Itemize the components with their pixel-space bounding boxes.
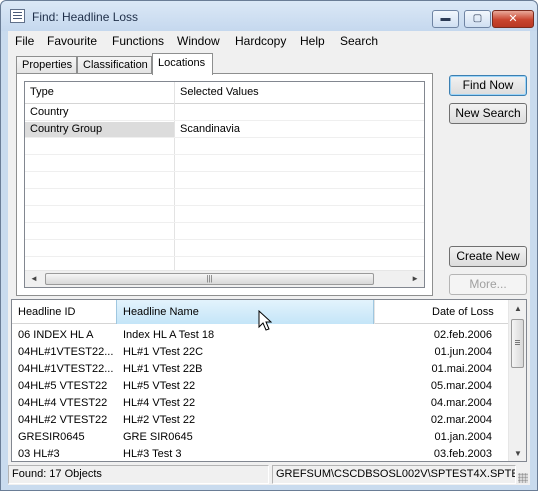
column-header-selected-values[interactable]: Selected Values (180, 86, 259, 98)
mouse-pointer-icon (258, 310, 272, 331)
headline-name-cell: GRE SIR0645 (123, 431, 193, 443)
criteria-empty-row (25, 206, 424, 223)
new-search-button[interactable]: New Search (449, 103, 527, 124)
table-row[interactable]: GRESIR0645 GRE SIR0645 01.jan.2004 (12, 429, 526, 446)
date-of-loss-cell: 01.mai.2004 (431, 363, 492, 375)
minimize-button[interactable]: ▬ (432, 10, 459, 28)
criteria-grid: Type Selected Values Country Country Gro… (24, 81, 425, 288)
column-header-headline-name[interactable]: Headline Name (123, 306, 199, 318)
headline-name-cell: HL#4 VTest 22 (123, 397, 196, 409)
vertical-scroll-thumb[interactable] (511, 319, 524, 368)
criteria-empty-row (25, 138, 424, 155)
date-of-loss-cell: 01.jun.2004 (434, 346, 493, 358)
find-now-button[interactable]: Find Now (449, 75, 527, 96)
criteria-row[interactable]: Country (25, 104, 424, 121)
headline-id-cell: 04HL#1VTEST22... (18, 363, 114, 375)
column-divider (374, 300, 375, 324)
headline-id-cell: 03 HL#3 (18, 448, 60, 460)
menu-file[interactable]: File (14, 33, 35, 49)
window-client: File Favourite Functions Window Hardcopy… (8, 31, 530, 485)
menu-hardcopy[interactable]: Hardcopy (234, 33, 287, 49)
table-row[interactable]: 04HL#2 VTEST22 HL#2 VTest 22 02.mar.2004 (12, 412, 526, 429)
tab-classification[interactable]: Classification (77, 56, 152, 74)
table-row[interactable]: 04HL#4 VTEST22 HL#4 VTest 22 04.mar.2004 (12, 395, 526, 412)
table-row[interactable]: 04HL#5 VTEST22 HL#5 VTest 22 05.mar.2004 (12, 378, 526, 395)
locations-panel: Type Selected Values Country Country Gro… (16, 73, 433, 296)
headline-id-cell: 04HL#1VTEST22... (18, 346, 114, 358)
scroll-right-icon[interactable]: ► (411, 274, 419, 283)
criteria-type-cell: Country Group (25, 122, 174, 137)
criteria-value-cell: Scandinavia (180, 123, 240, 135)
column-header-type[interactable]: Type (30, 86, 54, 98)
date-of-loss-cell: 02.mar.2004 (430, 414, 492, 426)
scroll-up-icon[interactable]: ▲ (514, 304, 522, 313)
tab-properties[interactable]: Properties (16, 56, 77, 74)
scroll-left-icon[interactable]: ◄ (30, 274, 38, 283)
title-bar[interactable]: Find: Headline Loss ▬ ▢ ✕ (1, 1, 537, 31)
scroll-down-icon[interactable]: ▼ (514, 449, 522, 458)
menu-help[interactable]: Help (299, 33, 326, 49)
criteria-empty-row (25, 189, 424, 206)
menu-functions[interactable]: Functions (111, 33, 165, 49)
headline-name-cell: Index HL A Test 18 (123, 329, 215, 341)
maximize-button[interactable]: ▢ (464, 10, 491, 28)
date-of-loss-cell: 02.feb.2006 (433, 329, 492, 341)
table-row[interactable]: 03 HL#3 HL#3 Test 3 03.feb.2003 (12, 446, 526, 461)
criteria-empty-row (25, 172, 424, 189)
criteria-empty-row (25, 155, 424, 172)
menu-bar: File Favourite Functions Window Hardcopy… (8, 31, 530, 51)
date-of-loss-cell: 01.jan.2004 (434, 431, 493, 443)
date-of-loss-cell: 04.mar.2004 (430, 397, 492, 409)
headline-id-cell: 04HL#2 VTEST22 (18, 414, 108, 426)
headline-name-cell: HL#5 VTest 22 (123, 380, 196, 392)
status-found-count: Found: 17 Objects (8, 465, 269, 484)
column-header-headline-id[interactable]: Headline ID (18, 306, 75, 318)
status-bar: Found: 17 Objects GREFSUM\CSCDBSOSL002V\… (8, 465, 530, 485)
criteria-empty-row (25, 240, 424, 257)
app-document-icon (10, 9, 25, 23)
headline-name-cell: HL#2 VTest 22 (123, 414, 196, 426)
create-new-button[interactable]: Create New (449, 246, 527, 267)
status-path: GREFSUM\CSCDBSOSL002V\SPTEST4X.SPTES... (272, 465, 516, 484)
horizontal-scroll-thumb[interactable]: ||| (45, 273, 374, 285)
resize-grip-icon[interactable] (518, 473, 528, 483)
date-of-loss-cell: 03.feb.2003 (433, 448, 492, 460)
criteria-horizontal-scrollbar[interactable]: ◄ ||| ► (25, 270, 424, 287)
date-of-loss-cell: 05.mar.2004 (430, 380, 492, 392)
tab-locations[interactable]: Locations (152, 53, 213, 75)
criteria-type-cell: Country (30, 106, 69, 118)
headline-id-cell: 04HL#4 VTEST22 (18, 397, 108, 409)
table-row[interactable]: 04HL#1VTEST22... HL#1 VTest 22B 01.mai.2… (12, 361, 526, 378)
headline-name-cell: HL#1 VTest 22C (123, 346, 204, 358)
menu-favourite[interactable]: Favourite (46, 33, 98, 49)
headline-id-cell: 06 INDEX HL A (18, 329, 94, 341)
headline-id-cell: 04HL#5 VTEST22 (18, 380, 108, 392)
headline-name-cell: HL#3 Test 3 (123, 448, 182, 460)
column-header-date-of-loss[interactable]: Date of Loss (432, 306, 494, 318)
headline-name-cell: HL#1 VTest 22B (123, 363, 203, 375)
criteria-grid-header: Type Selected Values (25, 82, 424, 104)
headline-id-cell: GRESIR0645 (18, 431, 85, 443)
menu-search[interactable]: Search (339, 33, 379, 49)
find-window: Find: Headline Loss ▬ ▢ ✕ File Favourite… (0, 0, 538, 491)
criteria-row[interactable]: Country Group Scandinavia (25, 121, 424, 138)
criteria-empty-row (25, 223, 424, 240)
more-button[interactable]: More... (449, 274, 527, 295)
close-button[interactable]: ✕ (492, 10, 534, 28)
results-vertical-scrollbar[interactable]: ▲ ▼ (508, 300, 526, 461)
table-row[interactable]: 04HL#1VTEST22... HL#1 VTest 22C 01.jun.2… (12, 344, 526, 361)
window-title: Find: Headline Loss (32, 10, 139, 24)
menu-window[interactable]: Window (176, 33, 221, 49)
